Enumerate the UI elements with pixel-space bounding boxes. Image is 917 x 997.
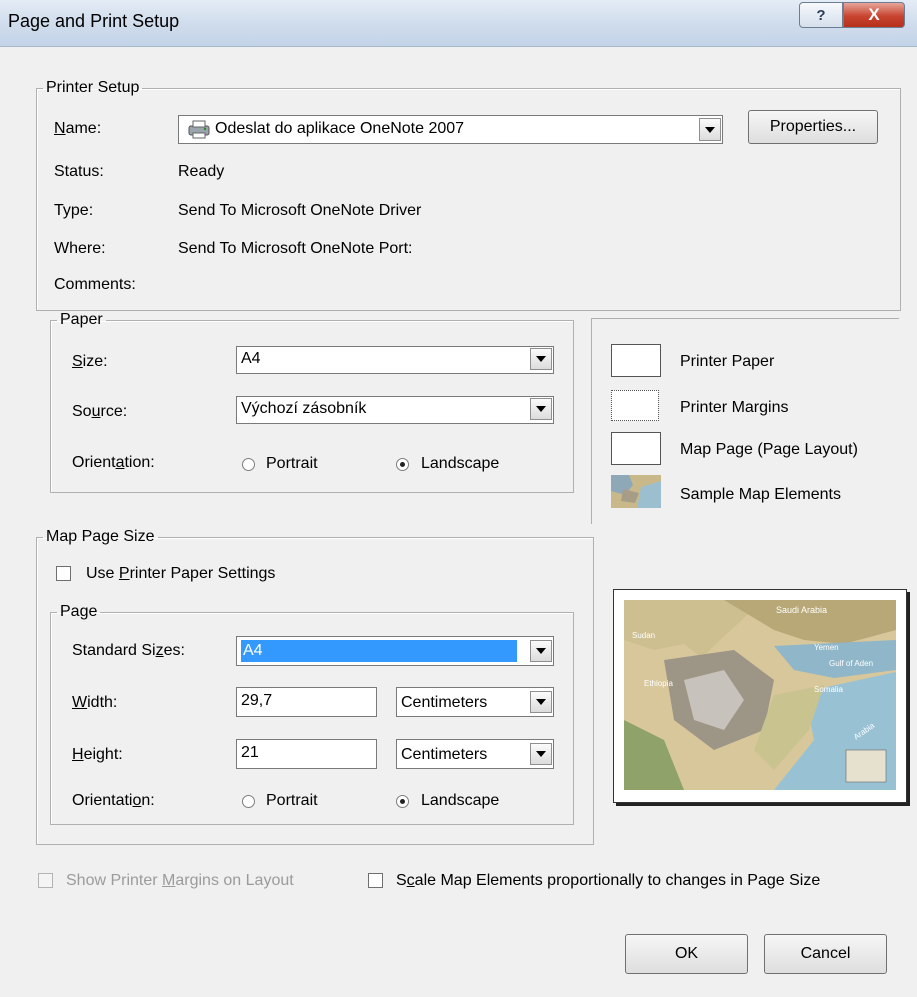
paper-size-combobox[interactable]: A4: [236, 346, 554, 374]
height-unit-value: Centimeters: [401, 746, 488, 763]
page-landscape-label[interactable]: Landscape: [421, 792, 499, 810]
chevron-down-icon: [536, 356, 546, 362]
chevron-down-icon: [536, 699, 546, 705]
width-unit-dropdown-arrow[interactable]: [530, 691, 552, 713]
help-button[interactable]: ?: [799, 2, 843, 28]
window-buttons: ? X: [799, 2, 905, 28]
page-portrait-radio[interactable]: [242, 795, 255, 808]
page-portrait-label[interactable]: Portrait: [266, 792, 318, 810]
printer-name-combobox[interactable]: Odeslat do aplikace OneNote 2007: [178, 115, 723, 144]
legend-printer-paper: Printer Paper: [680, 353, 775, 370]
scale-map-elements-checkbox[interactable]: [368, 873, 383, 888]
map-label-gulf: Gulf of Aden: [829, 659, 873, 668]
where-label: Where:: [54, 240, 106, 257]
comments-label: Comments:: [54, 276, 136, 293]
show-printer-margins-label[interactable]: Show Printer Margins on Layout: [66, 872, 294, 890]
cancel-button[interactable]: Cancel: [764, 934, 887, 974]
paper-source-dropdown-arrow[interactable]: [530, 398, 552, 420]
legend-divider: [591, 318, 899, 319]
legend-printer-margins: Printer Margins: [680, 399, 789, 416]
paper-size-value: A4: [241, 350, 261, 367]
sample-map-elements-swatch: [611, 475, 661, 508]
map-label-saudi: Saudi Arabia: [776, 605, 827, 615]
chevron-down-icon: [536, 648, 546, 654]
printer-setup-legend: Printer Setup: [46, 79, 140, 96]
paper-source-label: Source:: [72, 403, 128, 420]
map-page-swatch: [611, 432, 661, 465]
title-bar[interactable]: Page and Print Setup ? X: [0, 0, 917, 47]
status-value: Ready: [178, 163, 225, 180]
type-value: Send To Microsoft OneNote Driver: [178, 202, 422, 219]
paper-source-combobox[interactable]: Výchozí zásobník: [236, 396, 554, 424]
chevron-down-icon: [536, 406, 546, 412]
width-unit-value: Centimeters: [401, 694, 488, 711]
height-unit-combobox[interactable]: Centimeters: [396, 739, 554, 769]
scale-map-elements-label[interactable]: Scale Map Elements proportionally to cha…: [396, 872, 820, 890]
ok-button[interactable]: OK: [625, 934, 748, 974]
printer-name-dropdown-arrow[interactable]: [699, 118, 721, 141]
standard-sizes-label: Standard Sizes:: [72, 642, 185, 659]
chevron-down-icon: [536, 751, 546, 757]
standard-sizes-dropdown-arrow[interactable]: [530, 640, 552, 662]
properties-button[interactable]: Properties...: [748, 110, 878, 144]
map-page-size-legend: Map Page Size: [46, 528, 155, 545]
width-input[interactable]: 29,7: [236, 687, 377, 717]
paper-landscape-label[interactable]: Landscape: [421, 455, 499, 473]
height-value: 21: [241, 744, 259, 761]
use-printer-paper-checkbox[interactable]: [56, 566, 71, 581]
map-preview: Saudi Arabia Yemen Sudan Gulf of Aden So…: [613, 589, 907, 803]
map-label-ethiopia: Ethiopia: [644, 679, 673, 688]
page-legend: Page: [60, 603, 98, 620]
map-label-yemen: Yemen: [814, 643, 839, 652]
width-label: Width:: [72, 694, 118, 711]
properties-button-label: Properties...: [769, 118, 857, 135]
paper-portrait-label[interactable]: Portrait: [266, 455, 318, 473]
printer-icon: [187, 119, 211, 139]
legend-map-page: Map Page (Page Layout): [680, 441, 858, 458]
printer-margins-swatch: [611, 390, 659, 421]
height-unit-dropdown-arrow[interactable]: [530, 743, 552, 765]
ok-button-label: OK: [674, 945, 699, 962]
paper-landscape-radio[interactable]: [396, 458, 409, 471]
page-orientation-label: Orientation:: [72, 792, 155, 809]
printer-paper-swatch: [611, 344, 661, 377]
paper-portrait-radio[interactable]: [242, 458, 255, 471]
legend-divider-vertical: [591, 318, 592, 524]
standard-sizes-combobox[interactable]: A4: [236, 636, 554, 666]
map-label-sudan: Sudan: [632, 631, 655, 640]
printer-name-value: Odeslat do aplikace OneNote 2007: [215, 120, 465, 137]
page-landscape-radio[interactable]: [396, 795, 409, 808]
height-input[interactable]: 21: [236, 739, 377, 769]
paper-orientation-label: Orientation:: [72, 454, 155, 471]
paper-legend: Paper: [60, 311, 103, 328]
cancel-button-label: Cancel: [800, 945, 851, 962]
status-label: Status:: [54, 163, 104, 180]
legend-sample-elements: Sample Map Elements: [680, 486, 841, 503]
paper-source-value: Výchozí zásobník: [241, 400, 367, 417]
show-printer-margins-checkbox[interactable]: [38, 873, 53, 888]
paper-size-dropdown-arrow[interactable]: [530, 348, 552, 370]
paper-size-label: Size:: [72, 353, 108, 370]
map-label-somalia: Somalia: [814, 685, 843, 694]
chevron-down-icon: [705, 126, 715, 133]
use-printer-paper-label[interactable]: Use Printer Paper Settings: [86, 565, 275, 583]
standard-sizes-selection: [241, 640, 517, 662]
standard-sizes-value: A4: [243, 642, 263, 659]
width-value: 29,7: [241, 692, 273, 709]
where-value: Send To Microsoft OneNote Port:: [178, 240, 413, 257]
printer-name-label-rest: ame:: [65, 120, 102, 137]
width-unit-combobox[interactable]: Centimeters: [396, 687, 554, 717]
printer-name-label: Name:: [54, 120, 102, 137]
type-label: Type:: [54, 202, 94, 219]
map-preview-image: Saudi Arabia Yemen Sudan Gulf of Aden So…: [624, 600, 896, 790]
close-button[interactable]: X: [843, 2, 905, 28]
window-title: Page and Print Setup: [8, 11, 180, 31]
height-label: Height:: [72, 746, 123, 763]
